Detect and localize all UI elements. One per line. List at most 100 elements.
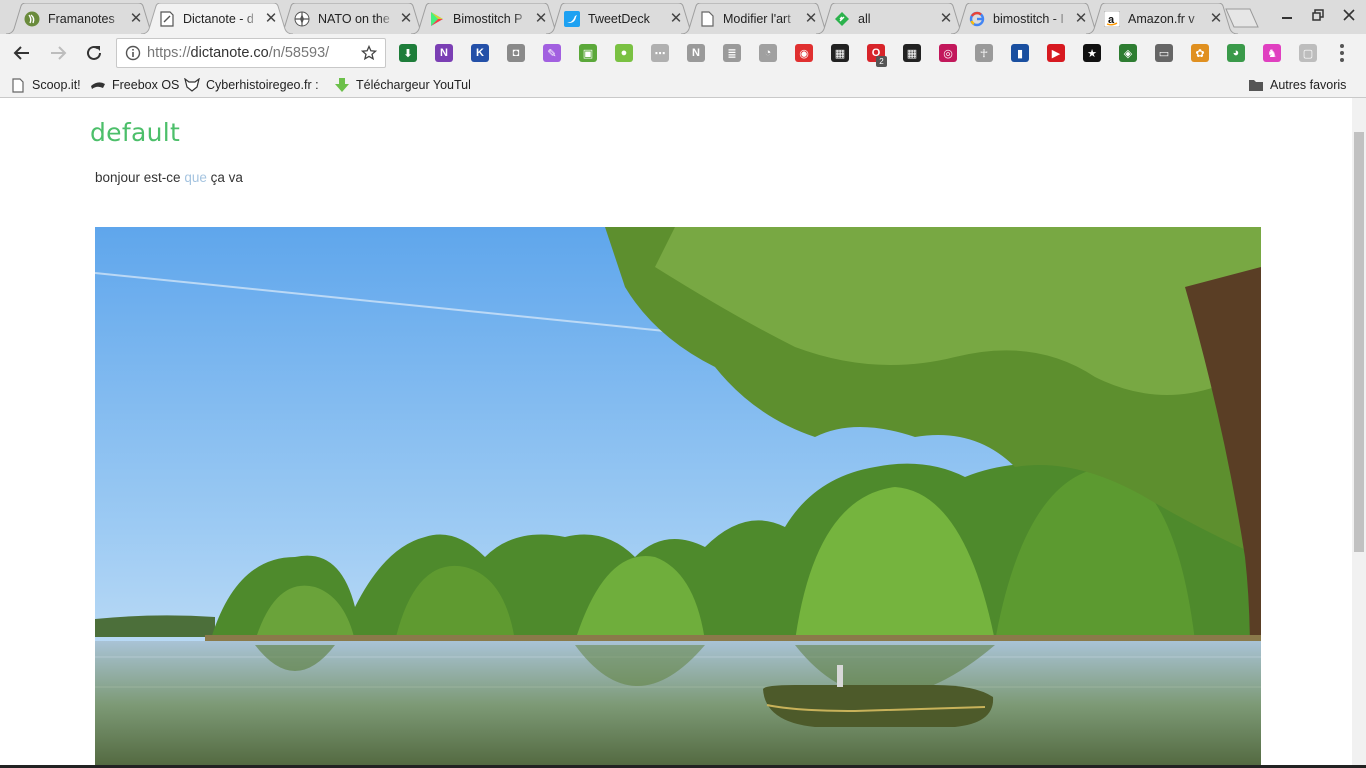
bookmarks-bar: Scoop.it! Freebox OS Cyberhistoiregeo.fr… <box>0 72 1366 98</box>
note-title[interactable]: default <box>90 118 180 147</box>
feather-ext-icon[interactable]: ✎ <box>543 44 561 62</box>
tab-title: Framanotes <box>48 11 115 26</box>
url-host: dictanote.co <box>190 45 269 61</box>
reload-button[interactable] <box>80 39 108 67</box>
forward-button[interactable] <box>44 39 72 67</box>
rss-ext-icon[interactable]: ◔ <box>759 44 777 62</box>
book-ext-icon[interactable]: ▮ <box>1011 44 1029 62</box>
onenote-ext-icon[interactable]: N <box>435 44 453 62</box>
amazon-icon: a <box>1104 10 1120 27</box>
url-path: /n/58593/ <box>268 45 330 61</box>
stack-ext-icon[interactable]: ≣ <box>723 44 741 62</box>
maximize-button[interactable] <box>1303 0 1333 30</box>
tab-9[interactable]: a Amazon.fr v ✕ <box>1086 3 1238 34</box>
tab-8[interactable]: bimostitch - I ✕ <box>951 3 1103 34</box>
tab-4[interactable]: Bimostitch P ✕ <box>411 3 563 34</box>
paint-ext-icon[interactable]: ✿ <box>1191 44 1209 62</box>
page-icon <box>10 77 26 93</box>
turtle-ext-icon[interactable]: ◈ <box>1119 44 1137 62</box>
star-ext-icon[interactable]: ★ <box>1083 44 1101 62</box>
cast-ext-icon[interactable]: ▭ <box>1155 44 1173 62</box>
tab-7[interactable]: all ✕ <box>816 3 968 34</box>
note-body[interactable]: bonjour est-ce que ça va <box>95 170 243 185</box>
bookmark-label: Cyberhistoiregeo.fr : r <box>206 78 322 92</box>
twitter-icon <box>564 10 580 27</box>
tab-6[interactable]: Modifier l'art ✕ <box>681 3 833 34</box>
tab-close-icon[interactable]: ✕ <box>1208 10 1224 27</box>
close-window-button[interactable] <box>1334 0 1364 30</box>
other-bookmarks-label: Autres favoris <box>1270 78 1347 92</box>
menu-dot <box>1340 58 1344 62</box>
download-arrow-icon <box>334 77 350 93</box>
minimize-button[interactable] <box>1272 0 1302 30</box>
google-icon <box>969 11 985 27</box>
page-icon <box>699 10 715 27</box>
frog-ext-icon[interactable]: ◕ <box>1227 44 1245 62</box>
bookmark-freebox[interactable]: Freebox OS <box>90 75 179 95</box>
blank-ext-icon[interactable]: ▢ <box>1299 44 1317 62</box>
qr2-ext-icon[interactable]: ▦ <box>903 44 921 62</box>
back-button[interactable] <box>8 39 36 67</box>
other-bookmarks-folder[interactable]: Autres favoris <box>1248 75 1346 95</box>
gray-ext-icon[interactable]: ⋯ <box>651 44 669 62</box>
k-ext-icon[interactable]: K <box>471 44 489 62</box>
tab-title: bimostitch - I <box>993 11 1064 26</box>
browser-toolbar: https://dictanote.co/n/58593/ ⬇ N K ◘ ✎ ▣ ● ⋯ N ≣… <box>0 34 1366 72</box>
freebox-icon <box>90 77 106 93</box>
bookmark-youtube-downloader[interactable]: Téléchargeur YouTube <box>334 75 470 95</box>
page-content: default bonjour est-ce que ça va <box>0 98 1352 768</box>
extension-badge-count: 2 <box>876 56 887 67</box>
info-icon[interactable] <box>125 45 141 61</box>
url-scheme: https:// <box>147 45 191 61</box>
tab-close-icon[interactable]: ✕ <box>263 10 279 27</box>
green-dot-ext-icon[interactable]: ● <box>615 44 633 62</box>
tab-2[interactable]: Dictanote - d ✕ <box>141 3 293 34</box>
close-icon <box>1343 9 1355 21</box>
menu-dot <box>1340 44 1344 48</box>
tab-1[interactable]: Framanotes ✕ <box>6 3 158 34</box>
video-ext-icon[interactable]: ▶ <box>1047 44 1065 62</box>
print-ext-icon[interactable]: ▣ <box>579 44 597 62</box>
tab-strip: Framanotes ✕ Dictanote - d ✕ NATO on the ✕ Bim… <box>0 0 1366 34</box>
nato-icon <box>294 11 310 27</box>
arrow-left-icon <box>13 46 29 60</box>
tab-5[interactable]: TweetDeck ✕ <box>546 3 698 34</box>
menu-dot <box>1340 51 1344 55</box>
reload-icon <box>87 45 101 60</box>
tab-title: Amazon.fr v <box>1128 11 1195 26</box>
browser-menu-button[interactable] <box>1334 43 1350 63</box>
tab-title: Dictanote - d <box>183 11 254 26</box>
fox-icon <box>184 77 200 93</box>
unicorn-ext-icon[interactable]: ♞ <box>1263 44 1281 62</box>
tab-title: Modifier l'art <box>723 11 791 26</box>
minimize-icon <box>1282 17 1292 19</box>
camera-ext-icon[interactable]: ◘ <box>507 44 525 62</box>
tab-3[interactable]: NATO on the ✕ <box>276 3 428 34</box>
tab-title: all <box>858 11 871 26</box>
ankh-ext-icon[interactable]: ☥ <box>975 44 993 62</box>
restore-icon <box>1312 9 1324 21</box>
notion-ext-icon[interactable]: N <box>687 44 705 62</box>
download-ext-icon[interactable]: ⬇ <box>399 44 417 62</box>
disc-ext-icon[interactable]: ◎ <box>939 44 957 62</box>
folder-icon <box>1248 77 1264 93</box>
tab-title: NATO on the <box>318 11 390 26</box>
feedly-icon <box>834 11 850 27</box>
broadcast-ext-icon[interactable]: ◉ <box>795 44 813 62</box>
framanotes-icon <box>24 11 40 27</box>
tab-title: Bimostitch P <box>453 11 523 26</box>
qr-ext-icon[interactable]: ▦ <box>831 44 849 62</box>
tab-title: TweetDeck <box>588 11 650 26</box>
lake-landscape-image <box>95 227 1261 768</box>
bookmark-cyberhistoiregeo[interactable]: Cyberhistoiregeo.fr : r <box>184 75 322 95</box>
bookmark-label: Téléchargeur YouTube <box>356 78 470 92</box>
bookmark-label: Freebox OS <box>112 78 180 92</box>
scrollbar-thumb[interactable] <box>1354 132 1364 552</box>
note-text-highlight: que <box>184 170 207 185</box>
bookmark-scoopit[interactable]: Scoop.it! <box>10 75 81 95</box>
note-text-after: ça va <box>206 170 243 185</box>
address-bar[interactable]: https://dictanote.co/n/58593/ <box>116 38 386 68</box>
bookmark-star-icon[interactable] <box>359 43 379 63</box>
arrow-right-icon <box>51 46 67 60</box>
url-text[interactable]: https://dictanote.co/n/58593/ <box>147 45 359 61</box>
